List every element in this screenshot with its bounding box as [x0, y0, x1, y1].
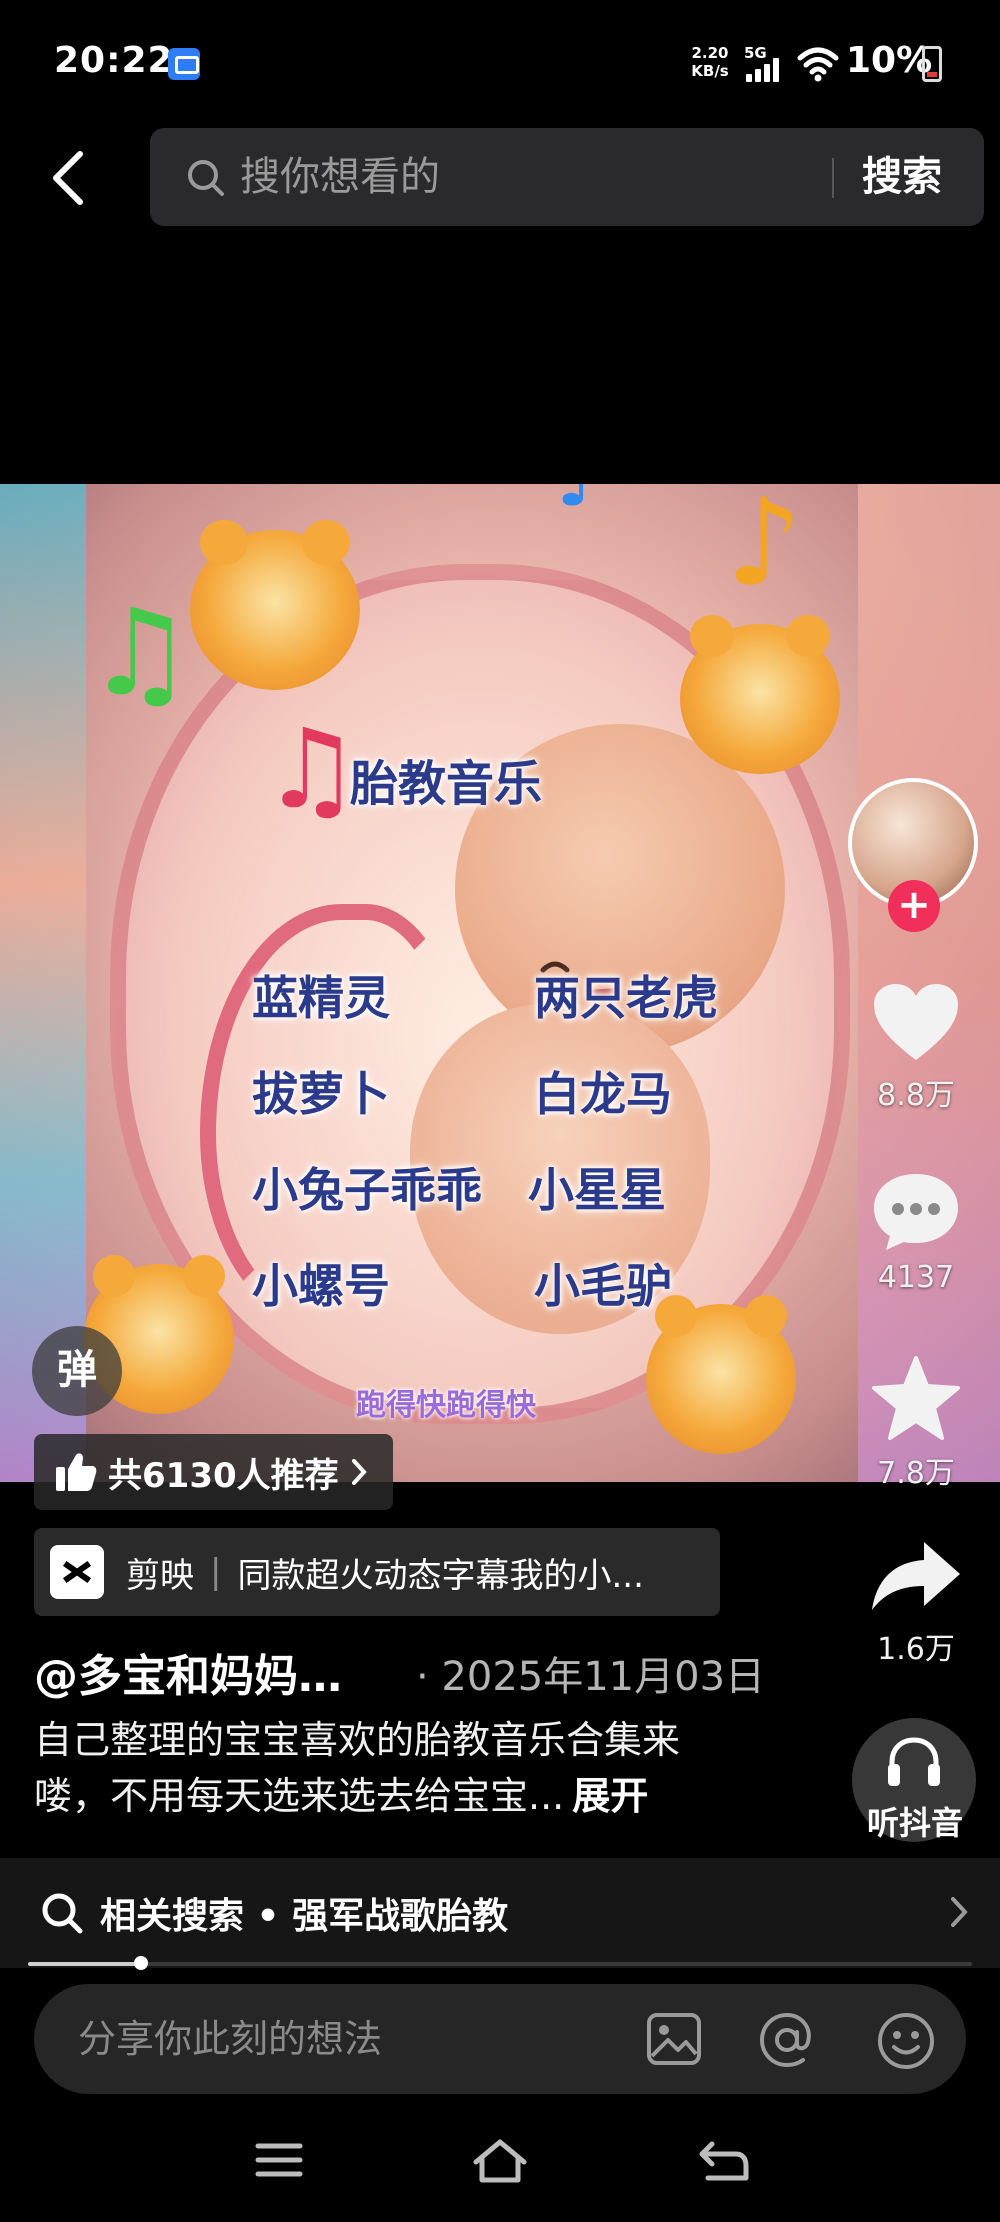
post-description[interactable]: 自己整理的宝宝喜欢的胎教音乐合集来喽，不用每天选来选去给宝宝... 展开 [34, 1712, 754, 1824]
song-label: 小螺号 [252, 1259, 390, 1313]
thumbs-up-icon [56, 1453, 97, 1491]
home-icon[interactable] [472, 2138, 528, 2184]
headphones-icon [888, 1737, 940, 1786]
search-icon [42, 1893, 83, 1934]
status-time: 20:22 [54, 40, 174, 81]
recommend-text: 共6130人推荐 [108, 1455, 339, 1496]
related-search-bar[interactable]: 相关搜索 • 强军战歌胎教 [0, 1858, 1000, 1968]
system-nav-bar [0, 2110, 1000, 2222]
expand-link[interactable]: 展开 [572, 1774, 648, 1818]
battery-percent: 10% [846, 40, 933, 81]
chevron-right-icon [351, 1459, 367, 1485]
search-button[interactable]: 搜索 [862, 128, 942, 226]
capcut-logo-icon [50, 1545, 104, 1599]
like-count: 8.8万 [877, 1078, 955, 1113]
follow-button[interactable]: + [888, 880, 940, 932]
tiger-sticker-bottom-right [646, 1295, 796, 1454]
network-speed-value: 2.20 [691, 44, 729, 62]
network-speed-unit: KB/s [691, 62, 729, 80]
author-name[interactable]: @多宝和妈妈… [34, 1640, 342, 1704]
chevron-right-icon [951, 1897, 968, 1927]
emoji-icon[interactable] [876, 2012, 936, 2070]
listen-label: 听抖音 [866, 1804, 963, 1842]
search-divider [832, 158, 834, 198]
status-bar: 20:22 2.20 KB/s 5G 10% [0, 0, 1000, 130]
capcut-template-badge[interactable]: 剪映 | 同款超火动态字幕我的小... [34, 1528, 720, 1616]
video-player[interactable]: ♪ ♫ ♫ ♪ 胎教音乐 蓝精灵 两只老虎 拔萝卜 白龙马 小兔子乖乖 小星星 … [0, 484, 1000, 1482]
star-icon [872, 1356, 960, 1440]
song-label: 白龙马 [534, 1067, 672, 1121]
like-button[interactable]: 8.8万 [856, 980, 976, 1114]
song-label: 拔萝卜 [252, 1067, 390, 1121]
comment-icon [874, 1174, 958, 1250]
song-label: 两只老虎 [534, 971, 718, 1025]
comment-button[interactable]: 4137 [856, 1170, 976, 1295]
video-progress-fill [28, 1962, 142, 1966]
song-label: 蓝精灵 [252, 971, 390, 1025]
at-icon[interactable] [758, 2012, 816, 2068]
comment-bar[interactable] [34, 1984, 966, 2094]
network-speed: 2.20 KB/s [688, 44, 732, 80]
capcut-app-name: 剪映 [126, 1555, 194, 1596]
danmu-toggle-button[interactable]: 弹 [32, 1326, 122, 1416]
wifi-icon [797, 47, 839, 82]
notification-app-icon [168, 48, 200, 80]
favorite-count: 7.8万 [877, 1456, 955, 1491]
song-label: 小星星 [528, 1163, 666, 1217]
tiger-sticker-top-right [680, 615, 840, 774]
search-icon [188, 160, 224, 196]
share-icon [872, 1542, 960, 1610]
related-search-text: 相关搜索 • 强军战歌胎教 [100, 1896, 509, 1937]
comment-input[interactable] [78, 1984, 638, 2094]
favorite-button[interactable]: 7.8万 [856, 1354, 976, 1492]
post-date: · 2025年11月03日 [416, 1654, 766, 1700]
recommend-badge[interactable]: 共6130人推荐 [34, 1434, 393, 1510]
music-note-icon: ♪ [726, 484, 803, 613]
heart-icon [874, 984, 958, 1060]
music-note-icon: ♪ [556, 484, 607, 518]
menu-icon[interactable] [254, 2138, 304, 2182]
capcut-separator: | [210, 1552, 222, 1592]
music-note-icon: ♫ [262, 705, 361, 833]
back-icon[interactable] [698, 2138, 750, 2184]
capcut-template-text: 同款超火动态字幕我的小... [237, 1555, 644, 1596]
video-lyric-caption: 跑得快跑得快 [356, 1388, 536, 1423]
video-overlay-title: 胎教音乐 [350, 756, 543, 812]
tiger-sticker-top-left [190, 520, 360, 690]
share-count: 1.6万 [877, 1632, 955, 1667]
signal-icon [746, 56, 784, 82]
song-label: 小毛驴 [534, 1259, 672, 1313]
image-icon[interactable] [646, 2012, 702, 2066]
music-note-icon: ♫ [86, 584, 194, 723]
comment-count: 4137 [877, 1260, 955, 1295]
song-label: 小兔子乖乖 [252, 1163, 482, 1217]
back-arrow-icon[interactable] [40, 140, 100, 216]
battery-icon [922, 46, 942, 82]
video-progress-bar[interactable] [28, 1956, 972, 1970]
search-input[interactable] [240, 128, 800, 226]
search-bar[interactable]: 搜索 [150, 128, 984, 226]
share-button[interactable]: 1.6万 [858, 1538, 974, 1668]
